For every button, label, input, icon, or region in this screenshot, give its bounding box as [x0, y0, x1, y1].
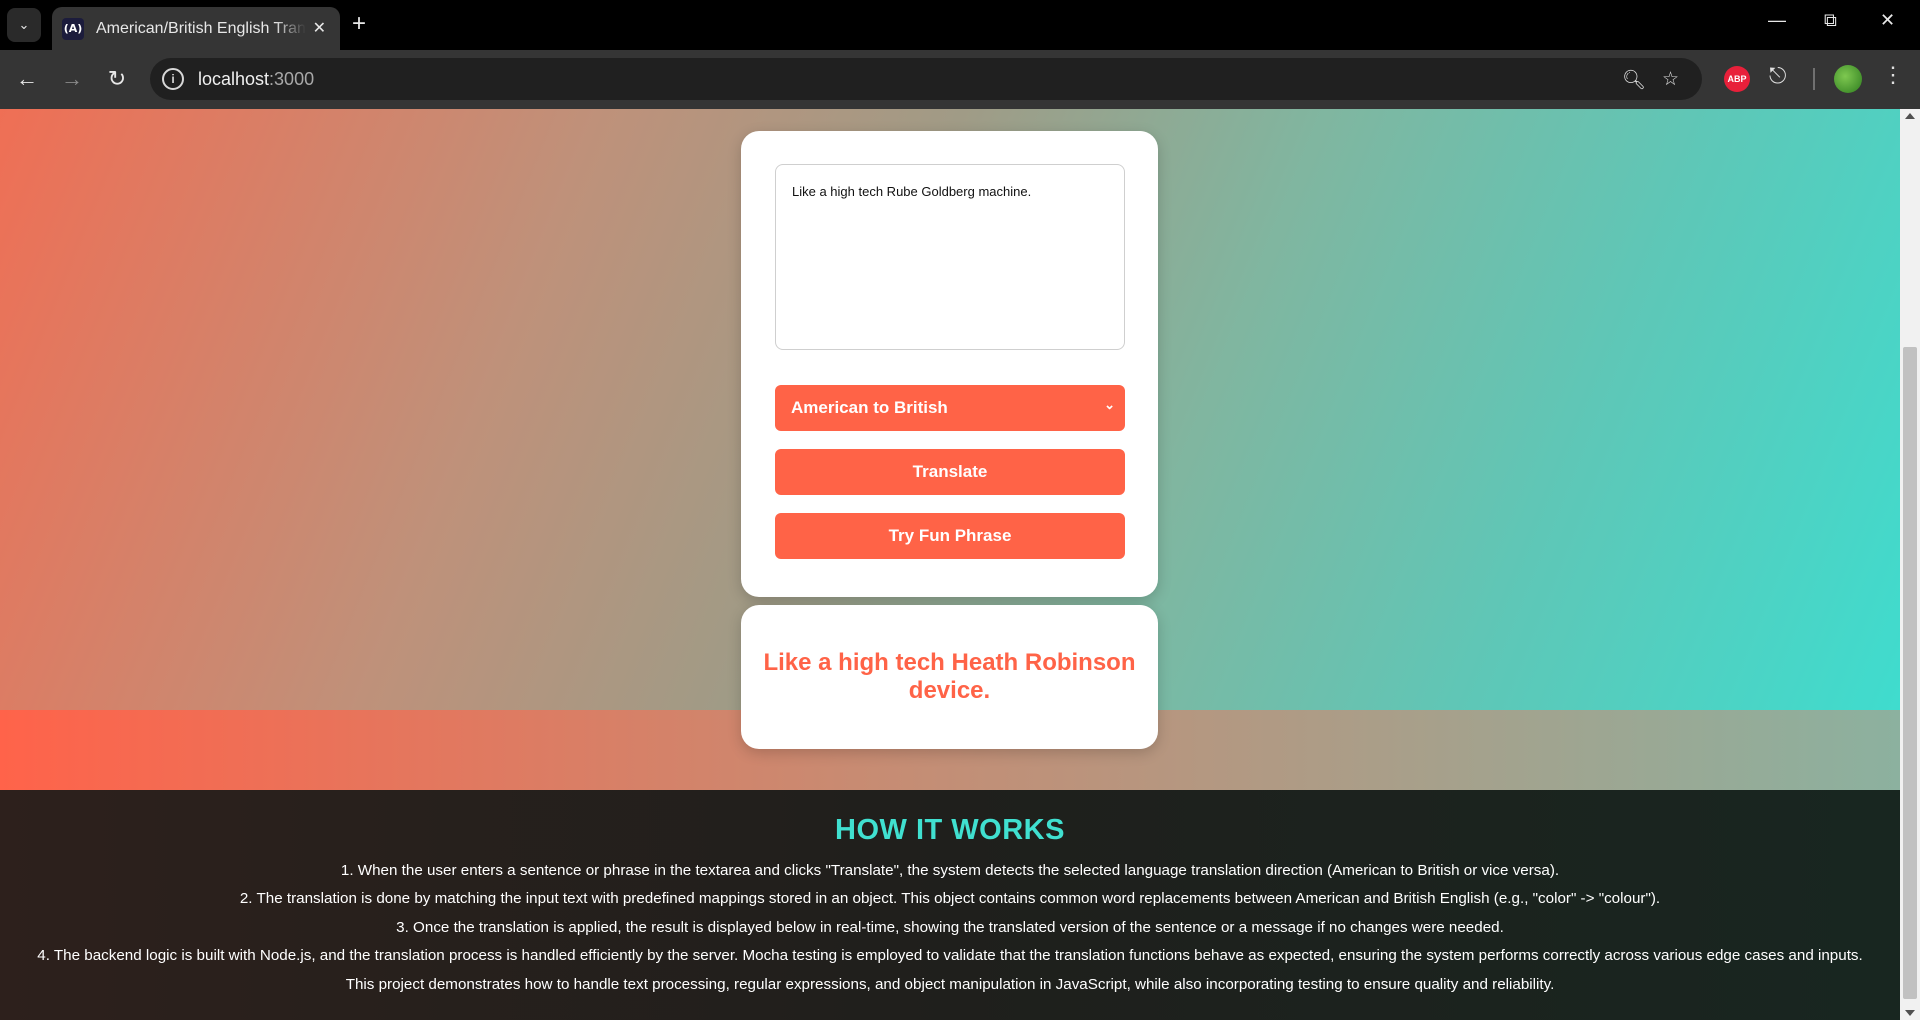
address-bar[interactable]: i localhost:3000 🔍︎ ☆ [150, 58, 1702, 100]
page-scrollbar[interactable] [1900, 109, 1920, 1020]
bookmark-star-icon[interactable]: ☆ [1662, 68, 1679, 91]
url-text[interactable]: localhost:3000 [198, 69, 314, 90]
adblock-extension-icon[interactable]: ABP [1724, 66, 1750, 92]
active-tab[interactable]: (A) American/British English Translator … [52, 7, 340, 50]
try-fun-phrase-button[interactable]: Try Fun Phrase [775, 513, 1125, 559]
how-it-works-line: This project demonstrates how to handle … [345, 975, 1555, 993]
zoom-icon[interactable]: 🔍︎ [1622, 68, 1646, 92]
reload-icon[interactable]: ↻ [102, 64, 132, 94]
translate-button[interactable]: Translate [775, 449, 1125, 495]
close-window-icon[interactable]: ✕ [1880, 10, 1895, 31]
extensions-puzzle-icon[interactable]: ⎋ [1769, 63, 1786, 89]
scroll-up-arrow-icon[interactable] [1905, 113, 1915, 119]
how-it-works-line: 1. When the user enters a sentence or ph… [340, 862, 1560, 879]
restore-icon[interactable]: ⧉ [1824, 10, 1837, 31]
minimize-icon[interactable]: — [1768, 10, 1786, 31]
how-it-works-line: 2. The translation is done by matching t… [239, 890, 1661, 908]
browser-toolbar: ← → ↻ i localhost:3000 🔍︎ ☆ ABP ⎋ ⋮ [0, 50, 1920, 109]
tab-strip: ⌄ (A) American/British English Translato… [0, 0, 1920, 50]
how-it-works-title: HOW IT WORKS [835, 814, 1065, 846]
back-icon[interactable]: ← [12, 64, 42, 94]
how-it-works-line: 4. The backend logic is built with Node.… [37, 947, 1863, 965]
direction-select[interactable]: American to British ⌄ [775, 385, 1125, 431]
chevron-down-icon: ⌄ [1104, 397, 1115, 412]
translation-result: Like a high tech Heath Robinson device. [763, 649, 1136, 704]
toolbar-divider [1813, 68, 1815, 90]
how-it-works-line: 3. Once the translation is applied, the … [396, 918, 1504, 936]
how-it-works-section: HOW IT WORKS 1. When the user enters a s… [0, 790, 1900, 1020]
site-favicon-icon: (A) [62, 17, 84, 40]
profile-avatar[interactable] [1834, 65, 1862, 93]
scroll-down-arrow-icon[interactable] [1905, 1010, 1915, 1016]
result-card: Like a high tech Heath Robinson device. [741, 605, 1158, 749]
tab-title: American/British English Translator [96, 19, 306, 37]
close-tab-icon[interactable]: ✕ [313, 18, 326, 38]
direction-selected-value: American to British [791, 398, 948, 417]
translator-card: Like a high tech Rube Goldberg machine. … [741, 131, 1158, 597]
new-tab-icon[interactable]: + [352, 10, 366, 38]
page-viewport: Like a high tech Rube Goldberg machine. … [0, 109, 1900, 1020]
browser-menu-icon[interactable]: ⋮ [1882, 62, 1904, 88]
scroll-thumb[interactable] [1903, 347, 1917, 999]
site-info-icon[interactable]: i [162, 68, 184, 90]
tab-search-button[interactable]: ⌄ [7, 8, 41, 42]
forward-icon[interactable]: → [57, 64, 87, 94]
input-textarea[interactable]: Like a high tech Rube Goldberg machine. [775, 164, 1125, 350]
chevron-down-icon: ⌄ [18, 17, 30, 32]
